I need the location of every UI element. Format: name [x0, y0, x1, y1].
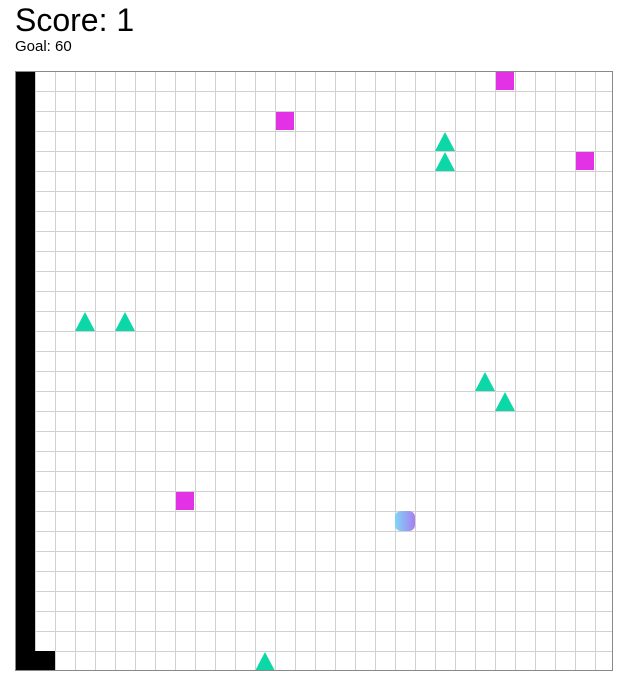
- triangle-item: [75, 311, 95, 331]
- wall-block: [16, 551, 35, 571]
- wall-block: [16, 571, 35, 591]
- wall-block: [16, 591, 35, 611]
- square-icon: [496, 72, 514, 90]
- wall-block: [16, 151, 35, 171]
- triangle-icon: [255, 652, 275, 670]
- wall-block: [16, 451, 35, 471]
- triangle-item: [495, 391, 515, 411]
- wall-block: [16, 251, 35, 271]
- wall-block: [16, 91, 35, 111]
- wall-block: [16, 611, 35, 631]
- square-item: [175, 491, 195, 511]
- square-icon: [176, 492, 194, 510]
- square-icon: [276, 112, 294, 130]
- triangle-icon: [115, 312, 135, 331]
- triangle-item: [435, 151, 455, 171]
- square-item: [275, 111, 295, 131]
- triangle-icon: [495, 392, 515, 411]
- wall-block: [16, 511, 35, 531]
- triangle-icon: [435, 132, 455, 151]
- wall-block: [16, 191, 35, 211]
- triangle-item: [435, 131, 455, 151]
- wall-block: [16, 431, 35, 451]
- wall-block: [16, 411, 35, 431]
- triangle-icon: [435, 152, 455, 171]
- triangle-item: [475, 371, 495, 391]
- square-item: [575, 151, 595, 171]
- wall-block: [16, 391, 35, 411]
- game-board[interactable]: [15, 71, 613, 671]
- wall-block: [16, 131, 35, 151]
- wall-block: [16, 72, 35, 91]
- triangle-icon: [75, 312, 95, 331]
- wall-block: [16, 171, 35, 191]
- wall-block: [16, 531, 35, 551]
- wall-block: [16, 111, 35, 131]
- wall-block: [16, 231, 35, 251]
- triangle-item: [255, 651, 275, 670]
- wall-block: [16, 331, 35, 351]
- wall-block: [16, 471, 35, 491]
- wall-block: [16, 491, 35, 511]
- wall-block: [16, 311, 35, 331]
- goal-label: Goal: 60: [15, 38, 72, 55]
- square-item: [495, 72, 515, 91]
- player-piece[interactable]: [395, 511, 415, 531]
- triangle-icon: [475, 372, 495, 391]
- triangle-item: [115, 311, 135, 331]
- wall-block: [16, 371, 35, 391]
- score-label: Score: 1: [15, 2, 135, 38]
- wall-block: [16, 351, 35, 371]
- wall-block: [35, 651, 55, 670]
- wall-block: [16, 291, 35, 311]
- wall-block: [16, 271, 35, 291]
- square-icon: [576, 152, 594, 170]
- wall-block: [16, 631, 35, 651]
- wall-block: [16, 211, 35, 231]
- wall-block: [16, 651, 35, 670]
